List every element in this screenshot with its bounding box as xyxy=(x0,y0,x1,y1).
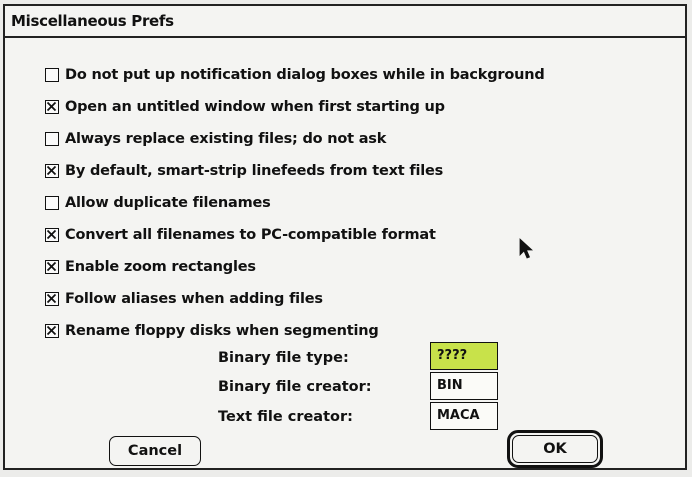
checkbox-checked[interactable] xyxy=(45,164,59,178)
ok-button[interactable]: OK xyxy=(512,435,598,463)
check-x-icon xyxy=(46,293,57,304)
option-no-notification-dialogs[interactable]: Do not put up notification dialog boxes … xyxy=(45,64,545,86)
option-always-replace-files[interactable]: Always replace existing files; do not as… xyxy=(45,128,386,150)
text-file-creator-field[interactable]: MACA xyxy=(430,402,498,430)
checkbox-checked[interactable] xyxy=(45,100,59,114)
option-open-untitled-window[interactable]: Open an untitled window when first start… xyxy=(45,96,445,118)
binary-file-creator-field[interactable]: BIN xyxy=(430,372,498,400)
option-enable-zoom-rectangles[interactable]: Enable zoom rectangles xyxy=(45,256,256,278)
check-x-icon xyxy=(46,261,57,272)
option-label: Always replace existing files; do not as… xyxy=(65,131,387,147)
dialog-titlebar: Miscellaneous Prefs xyxy=(5,6,685,38)
cancel-button[interactable]: Cancel xyxy=(109,436,201,466)
option-follow-aliases[interactable]: Follow aliases when adding files xyxy=(45,288,323,310)
option-allow-duplicate-filenames[interactable]: Allow duplicate filenames xyxy=(45,192,271,214)
checkbox-unchecked[interactable] xyxy=(45,68,59,82)
dialog-title: Miscellaneous Prefs xyxy=(11,12,174,30)
checkbox-unchecked[interactable] xyxy=(45,132,59,146)
binary-file-type-field[interactable]: ???? xyxy=(430,342,498,370)
misc-prefs-dialog: Miscellaneous Prefs Do not put up notifi… xyxy=(3,4,687,470)
option-label: Convert all filenames to PC-compatible f… xyxy=(65,227,436,243)
checkbox-checked[interactable] xyxy=(45,228,59,242)
option-label: Follow aliases when adding files xyxy=(65,291,323,307)
option-label: By default, smart-strip linefeeds from t… xyxy=(65,163,444,179)
option-smart-strip-linefeeds[interactable]: By default, smart-strip linefeeds from t… xyxy=(45,160,443,182)
checkbox-checked[interactable] xyxy=(45,292,59,306)
text-file-creator-label: Text file creator: xyxy=(218,409,353,425)
binary-file-type-label: Binary file type: xyxy=(218,350,349,366)
binary-file-creator-label: Binary file creator: xyxy=(218,379,372,395)
check-x-icon xyxy=(46,101,57,112)
option-label: Rename floppy disks when segmenting xyxy=(65,323,379,339)
option-label: Do not put up notification dialog boxes … xyxy=(65,67,545,83)
option-rename-floppy-disks[interactable]: Rename floppy disks when segmenting xyxy=(45,320,379,342)
option-label: Allow duplicate filenames xyxy=(65,195,271,211)
checkbox-unchecked[interactable] xyxy=(45,196,59,210)
option-label: Enable zoom rectangles xyxy=(65,259,256,275)
option-pc-compatible-filenames[interactable]: Convert all filenames to PC-compatible f… xyxy=(45,224,436,246)
check-x-icon xyxy=(46,165,57,176)
check-x-icon xyxy=(46,229,57,240)
check-x-icon xyxy=(46,325,57,336)
checkbox-checked[interactable] xyxy=(45,324,59,338)
option-label: Open an untitled window when first start… xyxy=(65,99,445,115)
checkbox-checked[interactable] xyxy=(45,260,59,274)
arrow-pointer-icon xyxy=(519,238,533,259)
